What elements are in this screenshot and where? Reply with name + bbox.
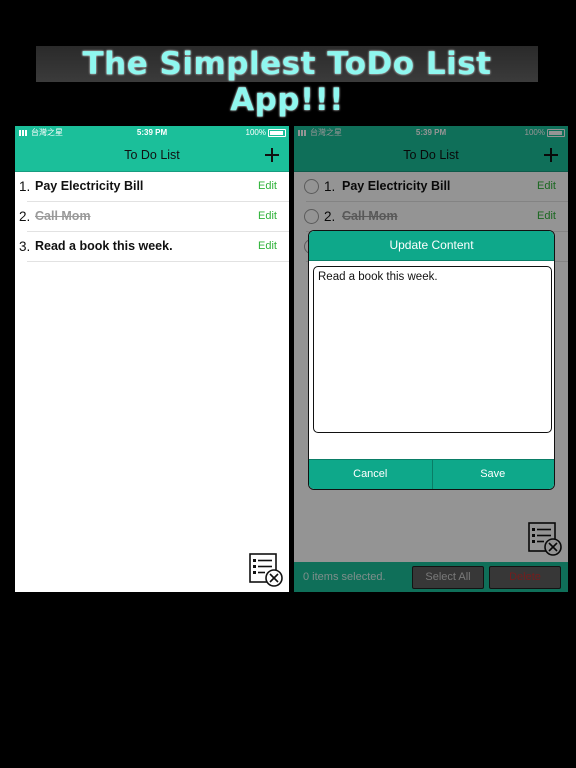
edit-button[interactable]: Edit (258, 172, 277, 201)
todo-row[interactable]: 2. Call Mom Edit (19, 202, 289, 232)
content-textarea[interactable]: Read a book this week. (313, 266, 552, 433)
todo-text-completed: Call Mom (35, 209, 91, 223)
todo-number: 2. (19, 209, 31, 224)
dialog-button-bar: Cancel Save (309, 459, 554, 489)
battery-icon (268, 128, 286, 137)
cancel-button[interactable]: Cancel (309, 460, 433, 489)
plus-icon[interactable] (265, 148, 279, 162)
todo-number: 1. (19, 179, 31, 194)
list-clear-icon[interactable] (249, 553, 283, 587)
update-dialog: Update Content Read a book this week. Ca… (308, 230, 555, 490)
banner-title: The Simplest ToDo List App!!! (82, 46, 492, 118)
save-button[interactable]: Save (432, 460, 555, 489)
todo-text: Read a book this week. (35, 239, 173, 253)
todo-row[interactable]: 1. Pay Electricity Bill Edit (19, 172, 289, 202)
nav-bar: To Do List (15, 140, 289, 172)
todo-row[interactable]: 3. Read a book this week. Edit (19, 232, 289, 262)
battery-indicator: 100% (246, 126, 286, 140)
nav-title: To Do List (124, 148, 180, 162)
dialog-title: Update Content (309, 231, 554, 261)
edit-button[interactable]: Edit (258, 202, 277, 231)
edit-button[interactable]: Edit (258, 232, 277, 261)
todo-text: Pay Electricity Bill (35, 179, 144, 193)
phone-screen-edit: 台灣之星 5:39 PM 100% To Do List 1. Pay Elec… (294, 126, 568, 592)
todo-number: 3. (19, 239, 31, 254)
todo-list: 1. Pay Electricity Bill Edit 2. Call Mom… (15, 172, 289, 262)
promo-banner: The Simplest ToDo List App!!! (36, 46, 538, 118)
phone-screen-list: 台灣之星 5:39 PM 100% To Do List 1. Pay Elec… (15, 126, 289, 592)
status-bar: 台灣之星 5:39 PM 100% (15, 126, 289, 140)
